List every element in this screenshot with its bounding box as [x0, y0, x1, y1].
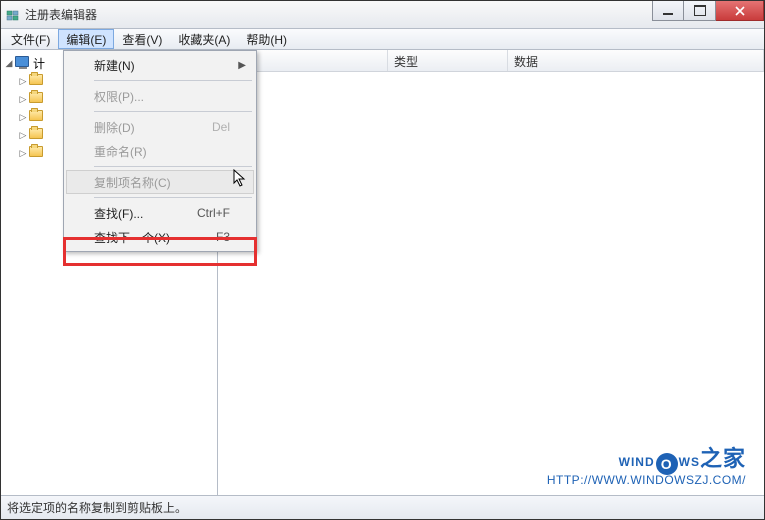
submenu-arrow-icon: ▶: [238, 60, 246, 71]
menu-item-find[interactable]: 查找(F)... Ctrl+F: [66, 201, 254, 225]
menu-favorites[interactable]: 收藏夹(A): [170, 29, 238, 49]
menu-item-find-next[interactable]: 查找下一个(X) F3: [66, 225, 254, 249]
menu-item-copy-key-name[interactable]: 复制项名称(C): [66, 170, 254, 194]
menu-item-shortcut: Del: [212, 120, 230, 134]
expand-arrow-icon[interactable]: ▷: [17, 94, 29, 105]
column-type[interactable]: 类型: [388, 50, 508, 71]
app-icon: [5, 7, 21, 23]
title-bar: 注册表编辑器: [1, 1, 764, 29]
folder-icon: [29, 92, 45, 106]
menu-item-shortcut: F3: [216, 230, 230, 244]
menu-item-label: 查找(F)...: [94, 205, 143, 222]
menu-item-label: 权限(P)...: [94, 88, 144, 105]
menu-help[interactable]: 帮助(H): [238, 29, 295, 49]
folder-icon: [29, 146, 45, 160]
expand-arrow-icon[interactable]: ▷: [17, 148, 29, 159]
menu-item-delete[interactable]: 删除(D) Del: [66, 115, 254, 139]
folder-icon: [29, 74, 45, 88]
menu-separator: [94, 197, 252, 198]
edit-menu-dropdown: 新建(N) ▶ 权限(P)... 删除(D) Del 重命名(R) 复制项名称(…: [63, 50, 257, 252]
menu-view[interactable]: 查看(V): [114, 29, 170, 49]
tree-root-label: 计: [33, 55, 45, 72]
status-bar: 将选定项的名称复制到剪贴板上。: [1, 495, 764, 519]
menu-item-label: 查找下一个(X): [94, 229, 170, 246]
menu-item-shortcut: Ctrl+F: [197, 206, 230, 220]
folder-icon: [29, 128, 45, 142]
status-text: 将选定项的名称复制到剪贴板上。: [7, 499, 187, 516]
maximize-button[interactable]: [684, 1, 716, 21]
computer-icon: [15, 56, 31, 70]
menu-bar: 文件(F) 编辑(E) 查看(V) 收藏夹(A) 帮助(H): [1, 29, 764, 50]
list-header: 名称 类型 数据: [218, 50, 764, 72]
expand-arrow-icon[interactable]: ▷: [17, 112, 29, 123]
menu-separator: [94, 111, 252, 112]
menu-item-new[interactable]: 新建(N) ▶: [66, 53, 254, 77]
expand-arrow-icon[interactable]: ▷: [17, 130, 29, 141]
column-data[interactable]: 数据: [508, 50, 764, 71]
close-button[interactable]: [716, 1, 764, 21]
minimize-button[interactable]: [652, 1, 684, 21]
menu-item-permissions[interactable]: 权限(P)...: [66, 84, 254, 108]
menu-item-label: 删除(D): [94, 119, 135, 136]
list-panel: 名称 类型 数据: [218, 50, 764, 495]
menu-separator: [94, 80, 252, 81]
expand-arrow-icon[interactable]: ▷: [17, 76, 29, 87]
menu-item-rename[interactable]: 重命名(R): [66, 139, 254, 163]
folder-icon: [29, 110, 45, 124]
menu-item-label: 复制项名称(C): [94, 174, 171, 191]
menu-file[interactable]: 文件(F): [3, 29, 58, 49]
menu-separator: [94, 166, 252, 167]
window-title: 注册表编辑器: [25, 6, 97, 23]
collapse-arrow-icon[interactable]: ◢: [3, 58, 15, 69]
menu-item-label: 新建(N): [94, 57, 135, 74]
menu-edit[interactable]: 编辑(E): [58, 29, 114, 49]
menu-item-label: 重命名(R): [94, 143, 147, 160]
window-controls: [652, 1, 764, 21]
